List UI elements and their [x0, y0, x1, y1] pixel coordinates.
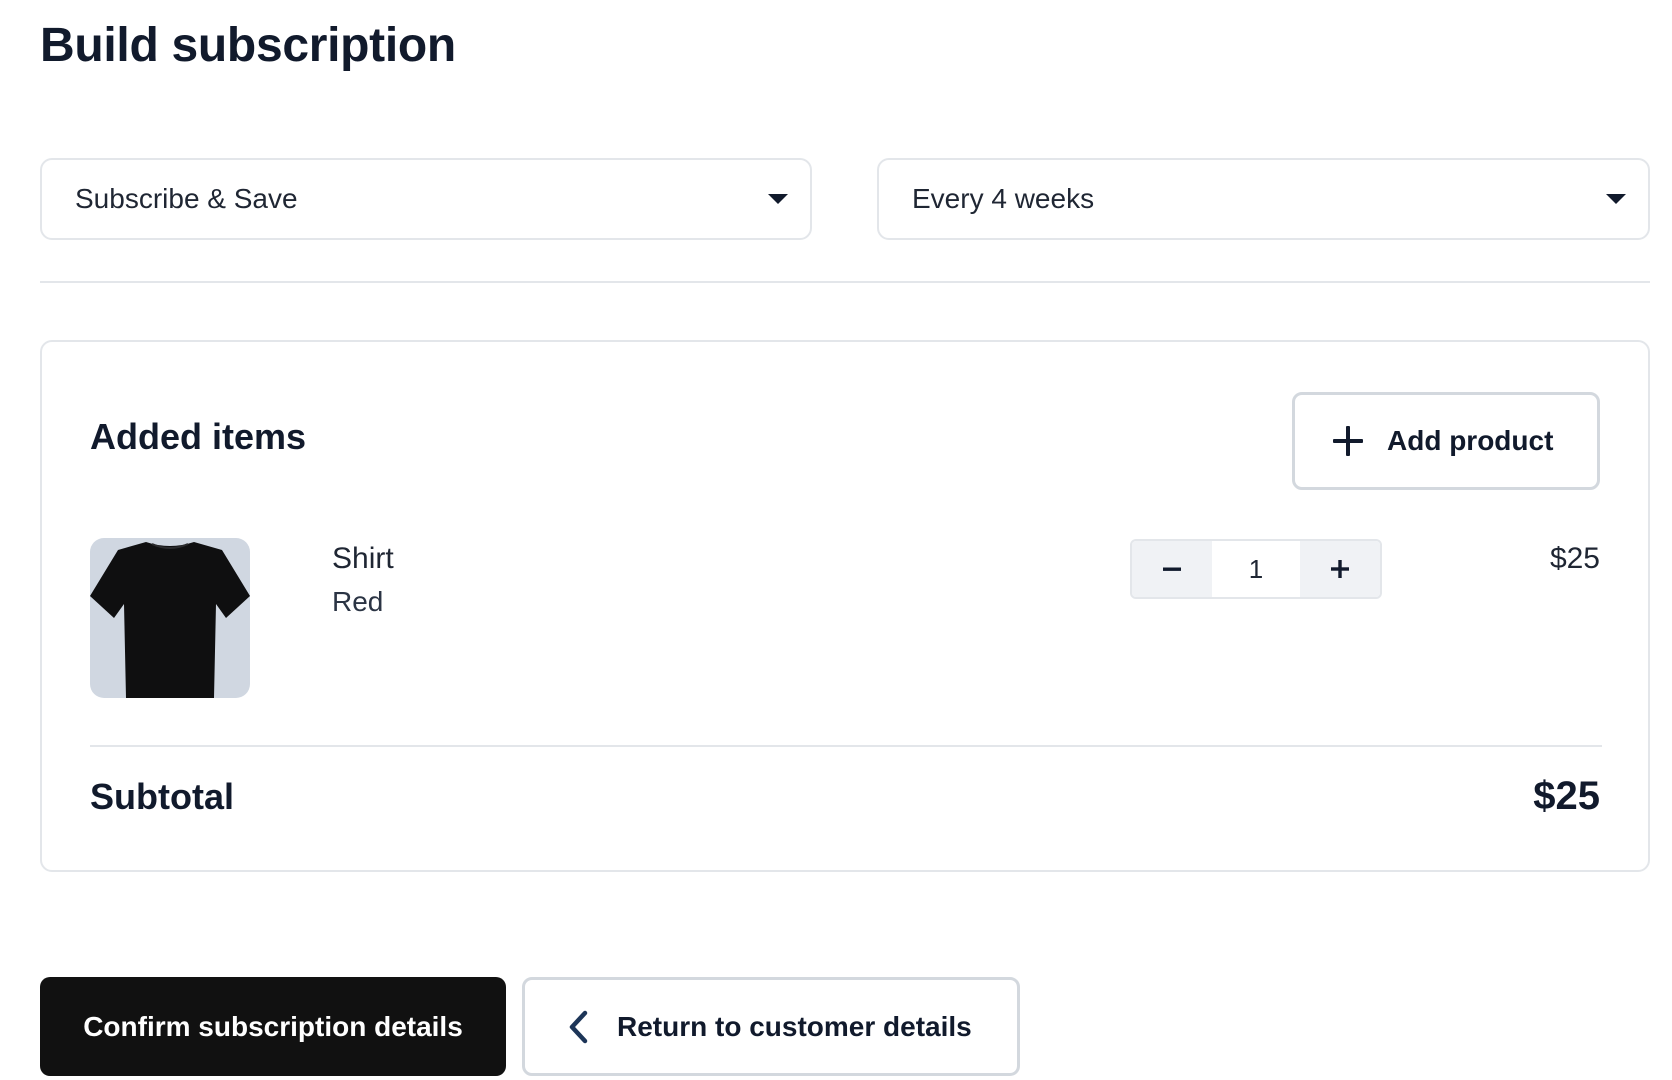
- frequency-select[interactable]: Every 4 weeks: [877, 158, 1650, 240]
- chevron-down-icon: [768, 194, 788, 204]
- add-product-label: Add product: [1387, 425, 1554, 456]
- chevron-down-icon: [1606, 194, 1626, 204]
- decrease-quantity-button[interactable]: [1132, 541, 1212, 597]
- return-label: Return to customer details: [617, 1010, 972, 1042]
- section-divider: [40, 281, 1650, 283]
- subtotal-value: $25: [1533, 774, 1600, 818]
- page-title: Build subscription: [40, 19, 456, 72]
- added-items-heading: Added items: [90, 416, 307, 457]
- frequency-select-value: Every 4 weeks: [912, 183, 1095, 214]
- subtotal-label: Subtotal: [90, 776, 234, 817]
- line-item-price: $25: [1549, 542, 1600, 575]
- subtotal-divider: [90, 745, 1602, 747]
- product-variant: Red: [332, 586, 384, 617]
- quantity-value[interactable]: 1: [1212, 541, 1300, 597]
- build-subscription-page: Build subscription Subscribe & Save Ever…: [0, 0, 1672, 1080]
- minus-icon: [1163, 567, 1181, 571]
- plus-icon: [1333, 426, 1363, 456]
- plan-select-value: Subscribe & Save: [75, 183, 298, 214]
- added-items-card: Added items Add product Shirt Red 1 $25 …: [40, 340, 1650, 872]
- chevron-left-icon: [569, 1010, 588, 1043]
- black-tshirt-image: [90, 542, 250, 698]
- product-name: Shirt: [332, 542, 394, 575]
- increase-quantity-button[interactable]: [1300, 541, 1380, 597]
- add-product-button[interactable]: Add product: [1292, 392, 1600, 490]
- product-image: [90, 538, 250, 698]
- quantity-stepper: 1: [1130, 539, 1382, 599]
- plan-select[interactable]: Subscribe & Save: [40, 158, 812, 240]
- confirm-subscription-button[interactable]: Confirm subscription details: [40, 977, 506, 1076]
- plus-icon: [1331, 560, 1349, 578]
- return-to-customer-details-button[interactable]: Return to customer details: [522, 977, 1020, 1076]
